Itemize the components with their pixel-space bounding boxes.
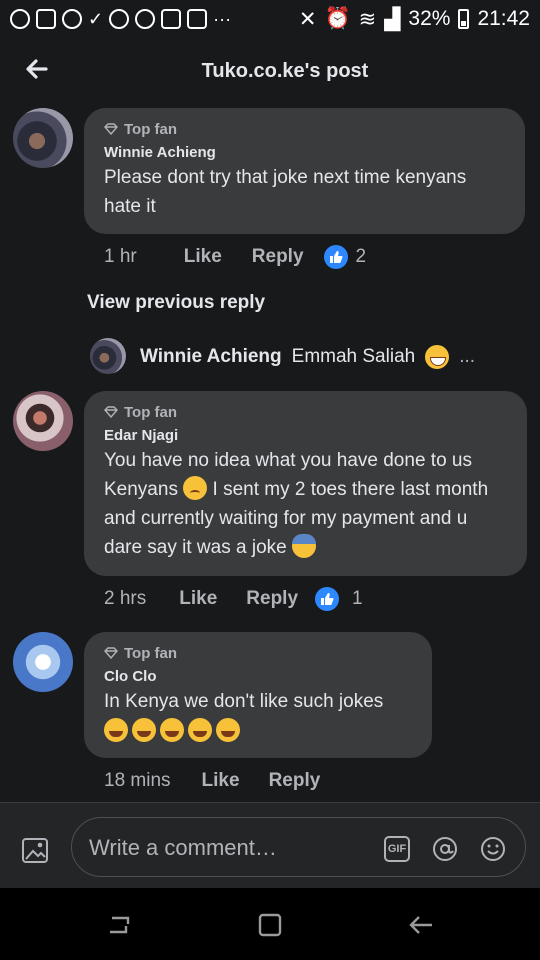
facebook-icon	[62, 9, 82, 29]
gmail-icon	[187, 9, 208, 29]
chrome-icon	[135, 9, 156, 29]
top-fan-badge: Top fan	[104, 403, 507, 421]
reply-author[interactable]: Winnie Achieng	[140, 346, 282, 368]
like-button[interactable]: Like	[184, 246, 222, 268]
reply-preview[interactable]: Winnie Achieng Emmah Saliah ...	[140, 345, 475, 369]
comment-author[interactable]: Winnie Achieng	[104, 144, 505, 161]
badge-label: Top fan	[124, 120, 178, 138]
ellipsis: ...	[459, 346, 476, 367]
avatar[interactable]	[13, 108, 73, 168]
recent-apps-icon[interactable]	[104, 910, 134, 940]
comment-time[interactable]: 1 hr	[104, 246, 137, 268]
photo-icon[interactable]	[20, 833, 52, 865]
face-with-tears-of-joy-emoji	[132, 718, 156, 742]
top-fan-badge: Top fan	[104, 120, 505, 138]
comment-text: You have no idea what you have done to u…	[104, 446, 507, 562]
reply-text: Emmah Saliah	[291, 346, 416, 367]
alarm-icon: ⏰	[324, 7, 351, 30]
page-title: Tuko.co.ke's post	[201, 59, 369, 82]
back-icon[interactable]	[406, 910, 436, 940]
status-bar: ✓ ··· ✕ ⏰ ≋ ▟ 32% 21:42	[0, 0, 540, 38]
face-with-tears-of-joy-emoji	[188, 718, 212, 742]
face-with-tears-of-joy-emoji	[104, 718, 128, 742]
comment-author[interactable]: Clo Clo	[104, 668, 412, 685]
face-with-tears-of-joy-emoji	[216, 718, 240, 742]
signal-icon: ▟	[384, 7, 401, 31]
diamond-icon	[104, 123, 118, 135]
anxious-face-with-sweat-emoji	[291, 534, 316, 558]
comment-time[interactable]: 2 hrs	[104, 588, 146, 610]
comment-text: Please dont try that joke next time keny…	[104, 167, 467, 217]
system-nav-bar	[0, 888, 540, 960]
emoji-row	[104, 718, 412, 742]
chrome-icon	[10, 9, 30, 29]
reaction-count[interactable]: 1	[352, 588, 363, 610]
battery-icon	[458, 9, 470, 29]
top-fan-badge: Top fan	[104, 644, 412, 662]
thumbs-up-icon[interactable]	[315, 587, 340, 611]
mute-icon: ✕	[298, 7, 317, 31]
face-with-tears-of-joy-emoji	[160, 718, 184, 742]
like-button[interactable]: Like	[179, 588, 217, 610]
comment-bubble[interactable]: Top fan Edar Njagi You have no idea what…	[84, 391, 527, 576]
home-icon[interactable]	[255, 910, 285, 940]
like-button[interactable]: Like	[202, 770, 240, 792]
comment-input-placeholder: Write a comment…	[89, 835, 277, 860]
thumbs-up-icon[interactable]	[323, 245, 348, 269]
comment-actions: 2 hrs Like Reply 1	[104, 587, 363, 611]
check-download-icon: ✓	[88, 8, 104, 29]
system-status: ✕ ⏰ ≋ ▟ 32% 21:42	[299, 7, 530, 32]
comment-composer: Write a comment… GIF	[0, 802, 540, 888]
notification-icons: ✓ ···	[10, 9, 231, 30]
comment-actions: 1 hr Like Reply 2	[104, 245, 366, 269]
worried-face-emoji	[183, 476, 208, 500]
avatar[interactable]	[13, 391, 73, 451]
view-previous-reply-link[interactable]: View previous reply	[87, 292, 265, 314]
grinning-face-emoji	[425, 345, 450, 369]
comment-time[interactable]: 18 mins	[104, 770, 171, 792]
reply-button[interactable]: Reply	[269, 770, 321, 792]
reaction-count[interactable]: 2	[356, 246, 367, 268]
comment-text: In Kenya we don't like such jokes	[104, 691, 384, 712]
wifi-icon: ≋	[358, 7, 377, 31]
comment-input[interactable]: Write a comment… GIF	[71, 817, 526, 877]
battery-percent: 32%	[408, 7, 451, 30]
mention-icon[interactable]	[432, 836, 458, 862]
comment-bubble[interactable]: Top fan Clo Clo In Kenya we don't like s…	[84, 632, 432, 758]
comment-actions: 18 mins Like Reply	[104, 770, 320, 792]
gif-button[interactable]: GIF	[384, 836, 410, 862]
top-app-bar: Tuko.co.ke's post	[0, 40, 540, 102]
avatar[interactable]	[90, 338, 126, 374]
avatar[interactable]	[13, 632, 73, 692]
diamond-icon	[104, 406, 118, 418]
reply-button[interactable]: Reply	[252, 246, 304, 268]
tiktok-icon	[36, 9, 56, 29]
chrome-icon	[109, 9, 130, 29]
more-dots-icon: ···	[213, 8, 232, 29]
gmail-icon	[161, 9, 182, 29]
badge-label: Top fan	[124, 644, 178, 662]
back-arrow-icon[interactable]	[24, 54, 50, 84]
clock: 21:42	[477, 7, 530, 30]
smiley-icon[interactable]	[480, 836, 506, 862]
comment-bubble[interactable]: Top fan Winnie Achieng Please dont try t…	[84, 108, 525, 234]
badge-label: Top fan	[124, 403, 178, 421]
diamond-icon	[104, 647, 118, 659]
reply-button[interactable]: Reply	[246, 588, 298, 610]
comment-author[interactable]: Edar Njagi	[104, 427, 507, 444]
